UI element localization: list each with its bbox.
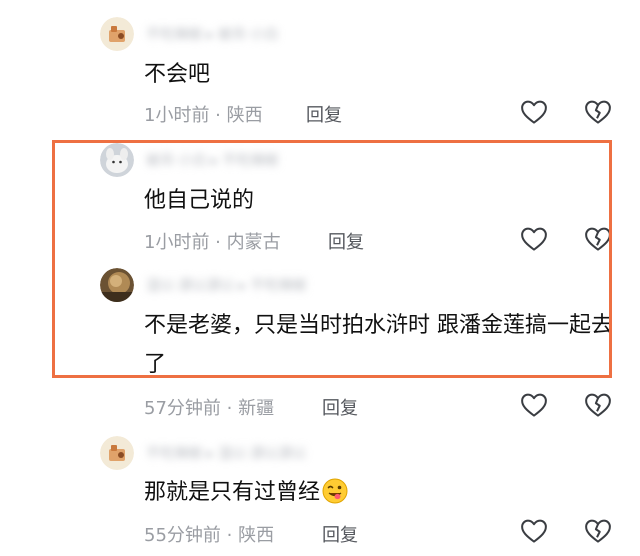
- comment-text-content: 那就是只有过曾经: [144, 480, 321, 505]
- heart-outline-icon: [521, 100, 547, 124]
- dislike-button[interactable]: [583, 97, 613, 127]
- comment-location: 陕西: [226, 105, 263, 126]
- meta-separator: ·: [220, 525, 239, 546]
- like-button[interactable]: [519, 390, 549, 420]
- comment-time: 55分钟前: [144, 525, 221, 546]
- like-button[interactable]: [519, 516, 549, 546]
- comment-text: 不是老婆，只是当时拍水浒时 跟潘金莲搞一起去了: [144, 313, 613, 377]
- commenter-name[interactable]: 不吃辣椒 ▸ 被吊·小白: [146, 24, 278, 43]
- comment-text: 不会吧: [144, 62, 211, 87]
- comment-location: 内蒙古: [226, 232, 281, 253]
- heart-outline-icon: [521, 393, 547, 417]
- broken-heart-outline-icon: [585, 227, 611, 251]
- broken-heart-outline-icon: [585, 393, 611, 417]
- comment-text: 他自己说的: [144, 188, 255, 213]
- comment-location: 新疆: [238, 398, 275, 419]
- reply-button[interactable]: 回复: [328, 228, 364, 254]
- heart-outline-icon: [521, 227, 547, 251]
- comment-meta: 57分钟前 · 新疆: [144, 394, 274, 420]
- avatar[interactable]: [100, 436, 134, 470]
- commenter-name[interactable]: 不吃辣椒 ▸ 湿以·源以源以: [146, 443, 306, 462]
- broken-heart-outline-icon: [585, 519, 611, 543]
- like-button[interactable]: [519, 97, 549, 127]
- reply-button[interactable]: 回复: [322, 521, 358, 547]
- broken-heart-outline-icon: [585, 100, 611, 124]
- comment-meta: 1小时前 · 内蒙古: [144, 228, 281, 254]
- meta-separator: ·: [220, 398, 239, 419]
- reply-button[interactable]: 回复: [306, 101, 342, 127]
- meta-separator: ·: [209, 232, 227, 253]
- comment-time: 1小时前: [144, 105, 210, 126]
- avatar[interactable]: [100, 268, 134, 302]
- avatar[interactable]: [100, 143, 134, 177]
- comment-location: 陕西: [238, 525, 275, 546]
- reply-button[interactable]: 回复: [322, 394, 358, 420]
- dislike-button[interactable]: [583, 516, 613, 546]
- heart-outline-icon: [521, 519, 547, 543]
- comment-text: 那就是只有过曾经: [144, 473, 614, 512]
- comment-meta: 55分钟前 · 陕西: [144, 521, 274, 547]
- dislike-button[interactable]: [583, 224, 613, 254]
- comment-time: 1小时前: [144, 232, 210, 253]
- avatar[interactable]: [100, 17, 134, 51]
- meta-separator: ·: [209, 105, 227, 126]
- commenter-name[interactable]: 被吊·小白 ▸ 不吃辣椒: [146, 150, 278, 169]
- comment-time: 57分钟前: [144, 398, 221, 419]
- dislike-button[interactable]: [583, 390, 613, 420]
- like-button[interactable]: [519, 224, 549, 254]
- winking-tongue-emoji-icon: [322, 478, 348, 504]
- comment-meta: 1小时前 · 陕西: [144, 101, 263, 127]
- commenter-name[interactable]: 湿以·源以源以 ▸ 不吃辣椒: [146, 275, 306, 294]
